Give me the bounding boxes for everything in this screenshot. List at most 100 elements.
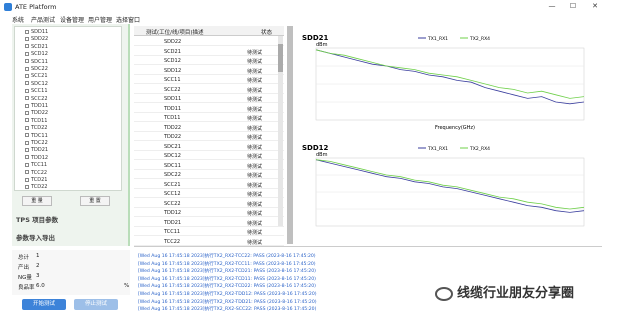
table-header: 测试(工位/线/项目)描述 状态 bbox=[134, 26, 284, 36]
table-scrollbar[interactable] bbox=[278, 36, 283, 226]
row-name: TDD22 bbox=[164, 124, 182, 131]
checkbox-icon[interactable] bbox=[25, 147, 29, 152]
tree-item[interactable]: TDD11 bbox=[25, 103, 48, 109]
row-name: SDD11 bbox=[164, 96, 182, 102]
table-row[interactable]: SCC22 待测试 bbox=[134, 85, 284, 94]
tree-item[interactable]: SCC22 bbox=[25, 96, 48, 102]
menu-user[interactable]: 用户管理 bbox=[88, 15, 112, 24]
table-row[interactable]: SDC22 待测试 bbox=[134, 170, 284, 179]
table-row[interactable]: TDD12 待测试 bbox=[134, 208, 284, 217]
tree-item[interactable]: SCC21 bbox=[25, 73, 48, 79]
scroll-thumb[interactable] bbox=[278, 44, 283, 72]
table-row[interactable]: SDC12 待测试 bbox=[134, 151, 284, 160]
checkbox-icon[interactable] bbox=[25, 96, 29, 101]
checkbox-icon[interactable] bbox=[25, 59, 29, 64]
stat-label: NG量 bbox=[18, 275, 32, 281]
checkbox-icon[interactable] bbox=[25, 103, 29, 108]
checkbox-icon[interactable] bbox=[25, 36, 29, 41]
checkbox-icon[interactable] bbox=[25, 184, 29, 189]
row-status: 待测试 bbox=[247, 87, 263, 94]
tree-item[interactable]: SDC11 bbox=[25, 59, 48, 65]
start-test-button[interactable]: 开始测试 bbox=[22, 299, 66, 310]
row-name: SCC22 bbox=[164, 200, 181, 207]
checkbox-icon[interactable] bbox=[25, 140, 29, 145]
tree-item[interactable]: TDC11 bbox=[25, 133, 48, 139]
tree-item[interactable]: TCC22 bbox=[25, 170, 47, 176]
table-row[interactable]: TDD22 待测试 bbox=[134, 132, 284, 141]
row-name: SDD12 bbox=[164, 67, 182, 74]
tree-item[interactable]: TDD21 bbox=[25, 147, 48, 153]
test-item-tree[interactable]: SDD11 SDD22 SCD21 SCD12 SDC11 SDC22 SCC21 SDC12… bbox=[14, 26, 122, 191]
table-row[interactable]: SCD21 待测试 bbox=[134, 47, 284, 56]
checkbox-icon[interactable] bbox=[25, 88, 29, 93]
row-status: 待测试 bbox=[247, 125, 263, 132]
tree-item[interactable]: SCD12 bbox=[25, 51, 48, 57]
tree-item[interactable]: TDC22 bbox=[25, 140, 48, 146]
menu-system[interactable]: 系统 bbox=[12, 15, 24, 24]
tree-item[interactable]: SDD22 bbox=[25, 36, 48, 42]
checkbox-icon[interactable] bbox=[25, 170, 29, 175]
tree-item[interactable]: SDC22 bbox=[25, 66, 48, 72]
table-row[interactable]: SCD12 待测试 bbox=[134, 56, 284, 65]
table-row[interactable]: TDD22 待测试 bbox=[134, 123, 284, 132]
log-line: [Wed Aug 16 17:45:18 2023]执行TX2_RX2-TDD1… bbox=[138, 292, 317, 297]
header-name: 测试(工位/线/项目)描述 bbox=[146, 30, 204, 36]
table-row[interactable]: TCC11 待测试 bbox=[134, 227, 284, 236]
table-row[interactable]: TCC22 待测试 bbox=[134, 237, 284, 246]
menu-window[interactable]: 选择窗口 bbox=[116, 15, 140, 24]
restore-button[interactable]: ☐ bbox=[566, 2, 580, 12]
checkbox-icon[interactable] bbox=[25, 66, 29, 71]
tree-item[interactable]: TDD12 bbox=[25, 155, 48, 161]
legend-label: TX2_RX4 bbox=[469, 36, 490, 42]
tree-item[interactable]: SCC11 bbox=[25, 88, 48, 94]
tps-section[interactable]: TPS 项目参数 bbox=[16, 214, 122, 224]
checkbox-icon[interactable] bbox=[25, 177, 29, 182]
tree-item[interactable]: TDD22 bbox=[25, 110, 48, 116]
pane-divider[interactable] bbox=[287, 26, 293, 244]
table-row[interactable]: SCC11 待测试 bbox=[134, 75, 284, 84]
checkbox-icon[interactable] bbox=[25, 118, 29, 123]
table-row[interactable]: TDD11 待测试 bbox=[134, 104, 284, 113]
table-row[interactable]: SDD11 待测试 bbox=[134, 94, 284, 103]
left-button-1[interactable]: 重 量 bbox=[22, 196, 52, 206]
table-row[interactable]: SDD12 待测试 bbox=[134, 66, 284, 75]
table-row[interactable]: SCC21 待测试 bbox=[134, 180, 284, 189]
params-section[interactable]: 参数导入导出 bbox=[16, 232, 122, 242]
tree-item[interactable]: TCD21 bbox=[25, 177, 47, 183]
checkbox-icon[interactable] bbox=[25, 133, 29, 138]
table-row[interactable]: SDD22 bbox=[134, 37, 284, 46]
checkbox-icon[interactable] bbox=[25, 155, 29, 160]
tree-item[interactable]: TCD11 bbox=[25, 118, 47, 124]
table-row[interactable]: SDC21 待测试 bbox=[134, 142, 284, 151]
checkbox-icon[interactable] bbox=[25, 73, 29, 78]
checkbox-icon[interactable] bbox=[25, 51, 29, 56]
legend-label: TX2_RX4 bbox=[469, 146, 490, 152]
row-status: 待测试 bbox=[247, 211, 263, 217]
checkbox-icon[interactable] bbox=[25, 162, 29, 167]
menu-product-test[interactable]: 产品测试 bbox=[31, 15, 55, 24]
minimize-button[interactable]: — bbox=[545, 2, 559, 12]
app-icon bbox=[4, 3, 12, 11]
tree-item[interactable]: SDD11 bbox=[25, 29, 48, 35]
left-button-2[interactable]: 重 置 bbox=[80, 196, 110, 206]
tree-item[interactable]: TCC11 bbox=[25, 162, 47, 168]
close-button[interactable]: ✕ bbox=[588, 2, 602, 12]
table-row[interactable]: SDC11 待测试 bbox=[134, 161, 284, 170]
stop-test-button[interactable]: 停止测试 bbox=[74, 299, 118, 310]
tree-item[interactable]: TCD22 bbox=[25, 125, 47, 131]
tree-item[interactable]: SCD21 bbox=[25, 44, 48, 50]
checkbox-icon[interactable] bbox=[25, 81, 29, 86]
checkbox-icon[interactable] bbox=[25, 125, 29, 130]
menu-device[interactable]: 设备管理 bbox=[60, 15, 84, 24]
tree-item[interactable]: SDC12 bbox=[25, 81, 48, 87]
row-status: 待测试 bbox=[247, 230, 263, 236]
row-name: TDD22 bbox=[164, 134, 182, 140]
table-row[interactable]: TCD11 待测试 bbox=[134, 113, 284, 122]
tree-item[interactable]: TCD22 bbox=[25, 184, 47, 190]
checkbox-icon[interactable] bbox=[25, 44, 29, 49]
checkbox-icon[interactable] bbox=[25, 29, 29, 34]
checkbox-icon[interactable] bbox=[25, 110, 29, 115]
table-row[interactable]: SCC12 待测试 bbox=[134, 189, 284, 198]
table-row[interactable]: SCC22 待测试 bbox=[134, 199, 284, 208]
table-row[interactable]: TDD21 待测试 bbox=[134, 218, 284, 227]
